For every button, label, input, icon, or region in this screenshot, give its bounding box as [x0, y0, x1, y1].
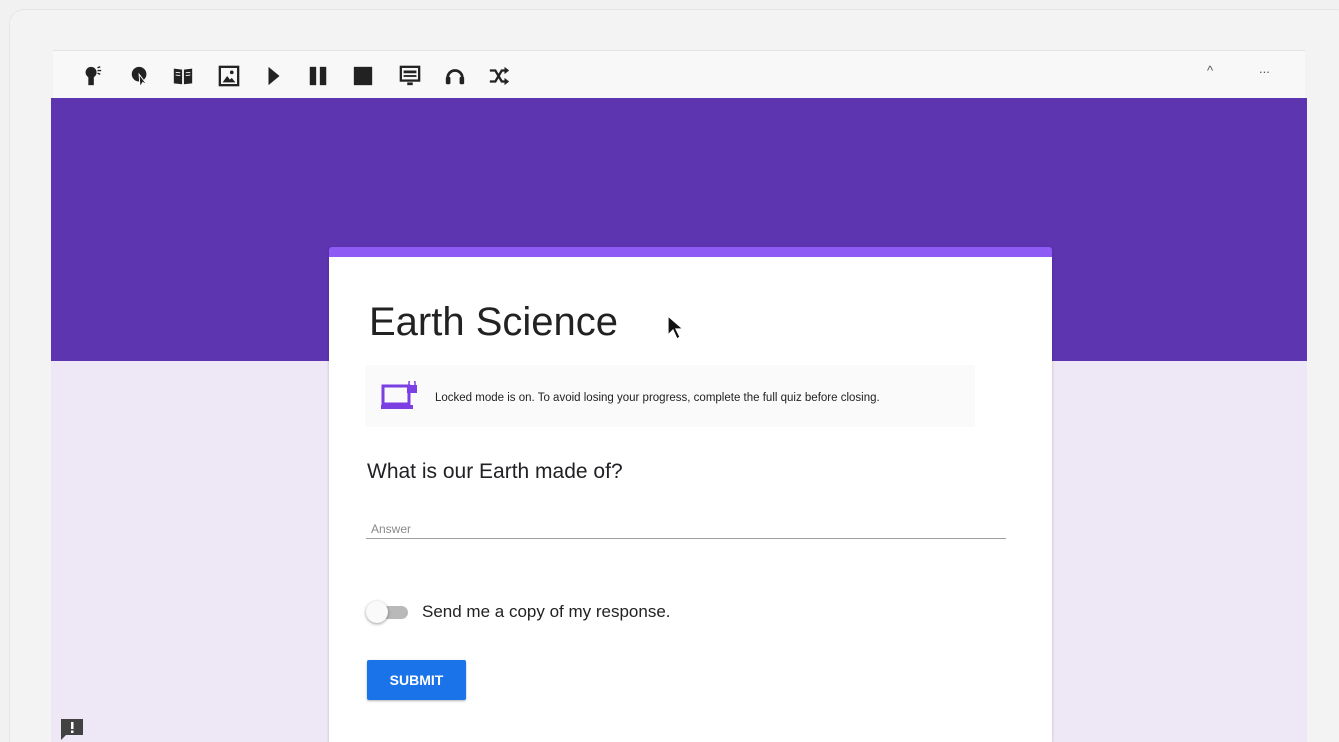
reader-toolbar: ^ ...: [53, 50, 1305, 98]
pause-icon[interactable]: [307, 65, 329, 87]
screen-mask-icon[interactable]: [399, 65, 421, 87]
locked-mode-message: Locked mode is on. To avoid losing your …: [435, 392, 880, 404]
stop-icon[interactable]: [352, 65, 374, 87]
answer-input[interactable]: [366, 519, 1006, 539]
voice-note-icon[interactable]: [444, 65, 466, 87]
speak-pointer-icon[interactable]: [129, 65, 151, 87]
picture-dictionary-icon[interactable]: [218, 65, 240, 87]
submit-button[interactable]: SUBMIT: [367, 660, 466, 700]
feedback-icon[interactable]: [60, 718, 84, 740]
shuffle-icon[interactable]: [488, 65, 510, 87]
play-icon[interactable]: [263, 65, 285, 87]
dictionary-icon[interactable]: [172, 65, 194, 87]
speaker-icon[interactable]: [81, 65, 103, 87]
more-options-button[interactable]: ...: [1259, 61, 1270, 76]
collapse-toolbar-button[interactable]: ^: [1207, 63, 1213, 78]
locked-mode-banner: Locked mode is on. To avoid losing your …: [365, 365, 975, 427]
send-copy-toggle[interactable]: [366, 601, 410, 623]
question-title: What is our Earth made of?: [367, 460, 623, 483]
mouse-cursor-icon: [667, 314, 685, 346]
send-copy-label: Send me a copy of my response.: [422, 602, 671, 621]
form-title: Earth Science: [369, 300, 619, 344]
locked-laptop-icon: [381, 378, 421, 418]
form-card: Earth Science Locked mode is on. To avoi…: [329, 247, 1052, 742]
toggle-knob: [366, 601, 388, 623]
